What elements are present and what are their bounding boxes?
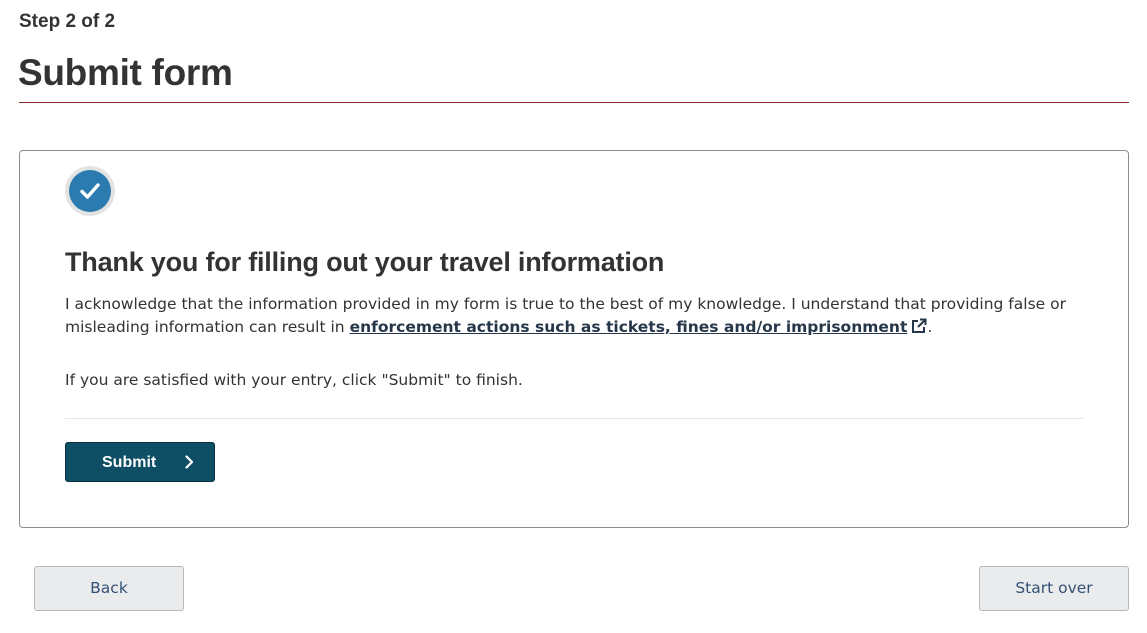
submit-button-label: Submit bbox=[102, 454, 157, 471]
page-title: Submit form bbox=[18, 52, 233, 93]
submit-instruction: If you are satisfied with your entry, cl… bbox=[65, 371, 523, 389]
acknowledgement-text: I acknowledge that the information provi… bbox=[65, 293, 1075, 339]
checkmark-icon bbox=[80, 183, 100, 199]
check-circle-fill bbox=[69, 170, 111, 212]
acknowledgement-text-end: . bbox=[927, 318, 933, 336]
submit-button[interactable]: Submit bbox=[65, 442, 215, 482]
card-divider bbox=[65, 418, 1083, 419]
enforcement-actions-link-label: enforcement actions such as tickets, fin… bbox=[349, 318, 908, 336]
confirmation-heading: Thank you for filling out your travel in… bbox=[65, 247, 665, 277]
step-indicator: Step 2 of 2 bbox=[19, 11, 116, 32]
confirmation-card: Thank you for filling out your travel in… bbox=[19, 150, 1129, 528]
chevron-right-icon bbox=[185, 455, 194, 469]
start-over-button[interactable]: Start over bbox=[979, 566, 1129, 611]
back-button[interactable]: Back bbox=[34, 566, 184, 611]
check-circle-icon bbox=[65, 166, 115, 216]
external-link-icon bbox=[912, 318, 927, 333]
enforcement-actions-link[interactable]: enforcement actions such as tickets, fin… bbox=[350, 318, 928, 336]
title-divider bbox=[19, 102, 1129, 103]
